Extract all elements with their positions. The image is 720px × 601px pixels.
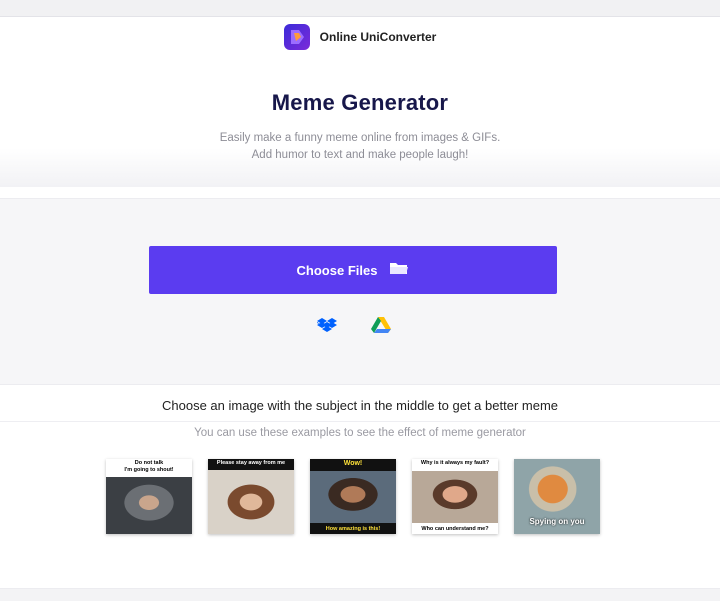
dropbox-icon[interactable] xyxy=(316,315,338,335)
example-caption-bottom: Spying on you xyxy=(529,517,585,526)
example-caption-top: Why is it always my fault? xyxy=(420,460,490,466)
top-strip xyxy=(0,0,720,16)
page-subtitle: Easily make a funny meme online from ima… xyxy=(0,130,720,164)
folder-icon xyxy=(389,261,409,279)
example-image-2[interactable]: Please stay away from me xyxy=(208,459,294,534)
tip-primary: Choose an image with the subject in the … xyxy=(0,398,720,422)
examples-row: Do not talk I'm going to shout! Please s… xyxy=(0,459,720,535)
choose-files-button[interactable]: Choose Files xyxy=(149,246,557,294)
bottom-strip xyxy=(0,588,720,601)
example-caption-bottom: Who can understand me? xyxy=(421,526,489,532)
choose-files-label: Choose Files xyxy=(296,262,378,278)
tips-section: Choose an image with the subject in the … xyxy=(0,398,720,439)
site-header: Online UniConverter xyxy=(0,16,720,58)
example-caption-top: Wow! xyxy=(343,460,363,467)
google-drive-icon[interactable] xyxy=(370,315,392,335)
example-image-3[interactable]: Wow! How amazing is this! xyxy=(310,459,396,534)
example-caption-bottom: How amazing is this! xyxy=(325,526,381,532)
page-title: Meme Generator xyxy=(271,90,449,115)
example-caption-top: Please stay away from me xyxy=(216,460,286,466)
subtitle-line-1: Easily make a funny meme online from ima… xyxy=(219,132,501,144)
upload-area: Choose Files xyxy=(0,198,720,385)
uniconverter-logo-icon[interactable] xyxy=(283,24,310,50)
example-photo xyxy=(208,470,294,534)
example-image-4[interactable]: Why is it always my fault? Who can under… xyxy=(412,459,498,534)
subtitle-line-2: Add humor to text and make people laugh! xyxy=(251,149,469,161)
example-photo xyxy=(412,471,498,523)
tip-secondary: You can use these examples to see the ef… xyxy=(194,427,526,439)
hero-section: Meme Generator Easily make a funny meme … xyxy=(0,57,720,187)
example-image-5[interactable]: Spying on you xyxy=(514,459,600,534)
example-photo xyxy=(106,477,192,534)
brand-name[interactable]: Online UniConverter xyxy=(320,30,437,44)
example-caption-top: Do not talk I'm going to shout! xyxy=(124,460,174,473)
example-photo xyxy=(310,471,396,523)
example-image-1[interactable]: Do not talk I'm going to shout! xyxy=(106,459,192,534)
